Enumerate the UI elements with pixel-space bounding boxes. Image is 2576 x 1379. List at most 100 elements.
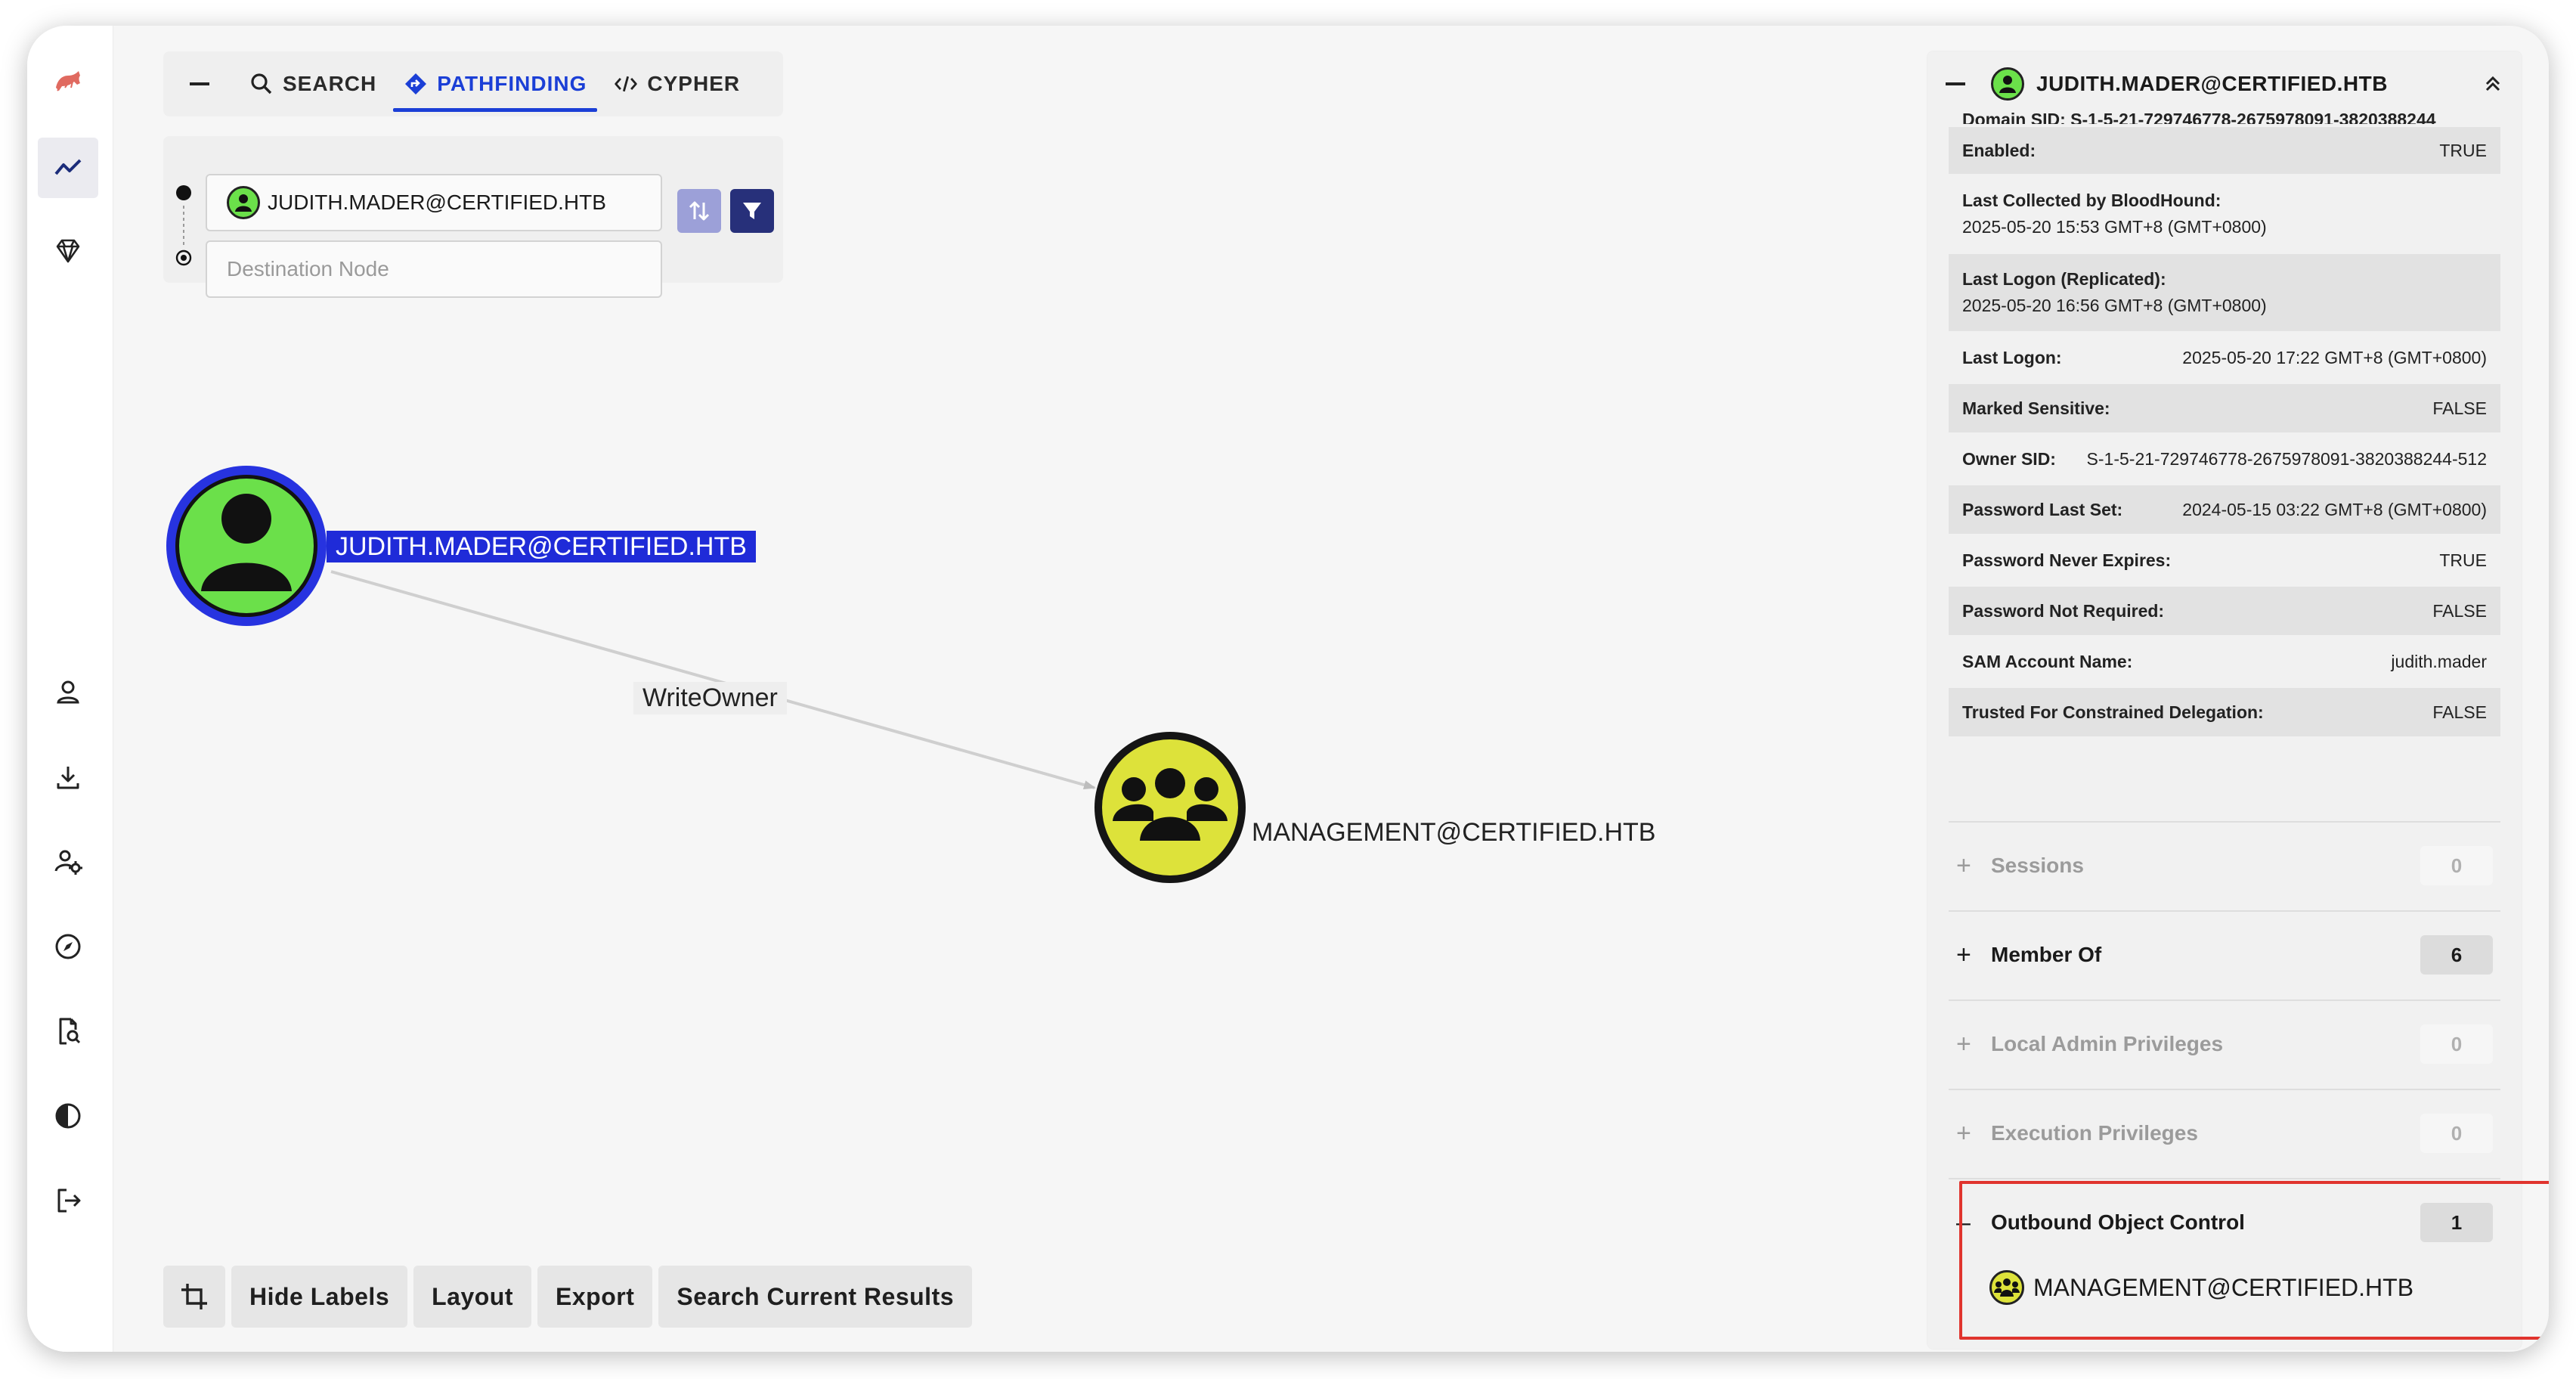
nav-logout[interactable]: [38, 1170, 98, 1231]
prop-marked-sensitive: Marked Sensitive: FALSE: [1949, 384, 2500, 432]
prop-domain-sid: Domain SID: S-1-5-21-729746778-267597809…: [1949, 109, 2500, 124]
download-icon: [57, 767, 79, 789]
nav-explore[interactable]: [38, 138, 98, 198]
tab-pathfinding[interactable]: PATHFINDING: [390, 51, 600, 116]
section-name: Execution Privileges: [1991, 1121, 2198, 1145]
section-local-admin[interactable]: + Local Admin Privileges 0: [1949, 999, 2500, 1087]
tab-cypher[interactable]: CYPHER: [600, 51, 754, 116]
source-dot-icon: [176, 185, 191, 200]
swap-nodes-button[interactable]: [677, 189, 721, 233]
destination-placeholder: Destination Node: [227, 257, 389, 280]
nav-group-management[interactable]: [38, 221, 98, 281]
node-source-user[interactable]: [166, 466, 327, 626]
contrast-icon: [55, 1103, 81, 1129]
crop-button[interactable]: [163, 1266, 225, 1328]
user-settings-icon: [54, 850, 82, 875]
outbound-object-item[interactable]: MANAGEMENT@CERTIFIED.HTB: [1989, 1270, 2413, 1305]
prop-owner-sid: Owner SID: S-1-5-21-729746778-2675978091…: [1949, 434, 2500, 484]
prop-value: judith.mader: [2391, 651, 2487, 671]
section-outbound-object-control[interactable]: – Outbound Object Control 1: [1949, 1178, 2500, 1266]
compass-icon: [55, 934, 81, 959]
section-name: Member Of: [1991, 943, 2102, 966]
prop-value: FALSE: [2432, 398, 2487, 418]
edge-writeowner-line[interactable]: [330, 570, 1096, 789]
collapse-minus-icon[interactable]: [1946, 82, 1965, 86]
prop-cut-row: Domain SID: S-1-5-21-729746778-267597809…: [1962, 110, 2436, 124]
tab-pathfinding-label: PATHFINDING: [437, 72, 587, 95]
explore-chart-icon: [54, 159, 82, 175]
nav-explore-compass[interactable]: [38, 916, 98, 977]
section-count-badge: 0: [2420, 846, 2493, 885]
bloodhound-logo[interactable]: [38, 51, 98, 112]
prop-enabled: Enabled: TRUE: [1949, 127, 2500, 174]
tab-search[interactable]: SEARCH: [236, 51, 390, 116]
path-connector-line: [183, 206, 184, 245]
prop-value: TRUE: [2439, 140, 2487, 160]
prop-key: Enabled:: [1962, 140, 2036, 160]
prop-last-collected: Last Collected by BloodHound: 2025-05-20…: [1949, 175, 2500, 253]
prop-value: FALSE: [2432, 702, 2487, 722]
crop-icon: [181, 1284, 207, 1309]
prop-password-never-expires: Password Never Expires: TRUE: [1949, 535, 2500, 585]
search-current-results-button[interactable]: Search Current Results: [658, 1266, 973, 1328]
minus-icon: [190, 82, 209, 85]
entity-info-panel: JUDITH.MADER@CERTIFIED.HTB Domain SID: S…: [1927, 51, 2522, 1349]
user-icon: [57, 680, 79, 704]
path-filter-button[interactable]: [730, 189, 774, 233]
bloodhound-logo-icon: [56, 71, 80, 91]
directions-icon: [405, 73, 427, 95]
layout-button[interactable]: Layout: [413, 1266, 531, 1328]
section-sessions[interactable]: + Sessions 0: [1949, 821, 2500, 909]
prop-value: S-1-5-21-729746778-2675978091-3820388244…: [2086, 448, 2487, 469]
prop-key: Last Logon:: [1962, 347, 2062, 367]
collapse-minus-icon: –: [1956, 1207, 1971, 1237]
edge-label[interactable]: WriteOwner: [633, 682, 787, 714]
section-count-badge: 0: [2420, 1024, 2493, 1064]
prop-value: 2025-05-20 15:53 GMT+8 (GMT+0800): [1962, 217, 2267, 237]
prop-key: Password Last Set:: [1962, 499, 2123, 519]
collapse-panel-button[interactable]: [163, 51, 236, 116]
nav-download[interactable]: [38, 747, 98, 807]
entity-panel-header: JUDITH.MADER@CERTIFIED.HTB: [1927, 51, 2522, 116]
prop-key: Trusted For Constrained Delegation:: [1962, 702, 2264, 722]
expand-plus-icon: +: [1956, 940, 1971, 969]
diamond-icon: [56, 239, 80, 263]
tab-cypher-label: CYPHER: [647, 72, 741, 95]
group-icon: [1989, 1270, 2024, 1305]
source-node-label[interactable]: JUDITH.MADER@CERTIFIED.HTB: [327, 531, 756, 562]
prop-password-not-required: Password Not Required: FALSE: [1949, 587, 2500, 635]
source-node-field[interactable]: JUDITH.MADER@CERTIFIED.HTB: [206, 174, 662, 231]
destination-target-icon: [175, 249, 192, 266]
section-name: Outbound Object Control: [1991, 1210, 2245, 1234]
graph-toolbar: Hide Labels Layout Export Search Current…: [163, 1266, 973, 1328]
target-node-label[interactable]: MANAGEMENT@CERTIFIED.HTB: [1252, 818, 1655, 848]
nav-theme-toggle[interactable]: [38, 1086, 98, 1146]
section-member-of[interactable]: + Member Of 6: [1949, 910, 2500, 998]
destination-node-field[interactable]: Destination Node: [206, 240, 662, 298]
chevron-double-up-icon[interactable]: [2482, 73, 2503, 95]
hide-labels-button[interactable]: Hide Labels: [231, 1266, 408, 1328]
prop-last-logon-replicated: Last Logon (Replicated): 2025-05-20 16:5…: [1949, 254, 2500, 331]
expand-plus-icon: +: [1956, 1029, 1971, 1058]
code-icon: [615, 76, 638, 92]
tab-search-label: SEARCH: [283, 72, 377, 95]
prop-password-last-set: Password Last Set: 2024-05-15 03:22 GMT+…: [1949, 485, 2500, 534]
nav-profile[interactable]: [38, 662, 98, 723]
section-name: Local Admin Privileges: [1991, 1032, 2224, 1055]
nav-file-search[interactable]: [38, 1001, 98, 1061]
logout-icon: [57, 1188, 81, 1213]
export-button[interactable]: Export: [537, 1266, 653, 1328]
prop-key: Password Never Expires:: [1962, 550, 2172, 570]
nav-administration[interactable]: [38, 832, 98, 892]
search-icon: [251, 73, 272, 95]
prop-value: 2024-05-15 03:22 GMT+8 (GMT+0800): [2182, 499, 2487, 519]
prop-key: Owner SID:: [1962, 448, 2056, 469]
prop-value: 2025-05-20 17:22 GMT+8 (GMT+0800): [2182, 347, 2487, 367]
prop-key: SAM Account Name:: [1962, 651, 2133, 671]
section-count-badge: 1: [2420, 1203, 2493, 1242]
entity-panel-body[interactable]: Domain SID: S-1-5-21-729746778-267597809…: [1927, 110, 2522, 1349]
node-target-group[interactable]: [1094, 732, 1246, 883]
prop-key: Last Logon (Replicated):: [1962, 269, 2166, 289]
prop-key: Last Collected by BloodHound:: [1962, 191, 2221, 210]
section-execution-privileges[interactable]: + Execution Privileges 0: [1949, 1089, 2500, 1176]
